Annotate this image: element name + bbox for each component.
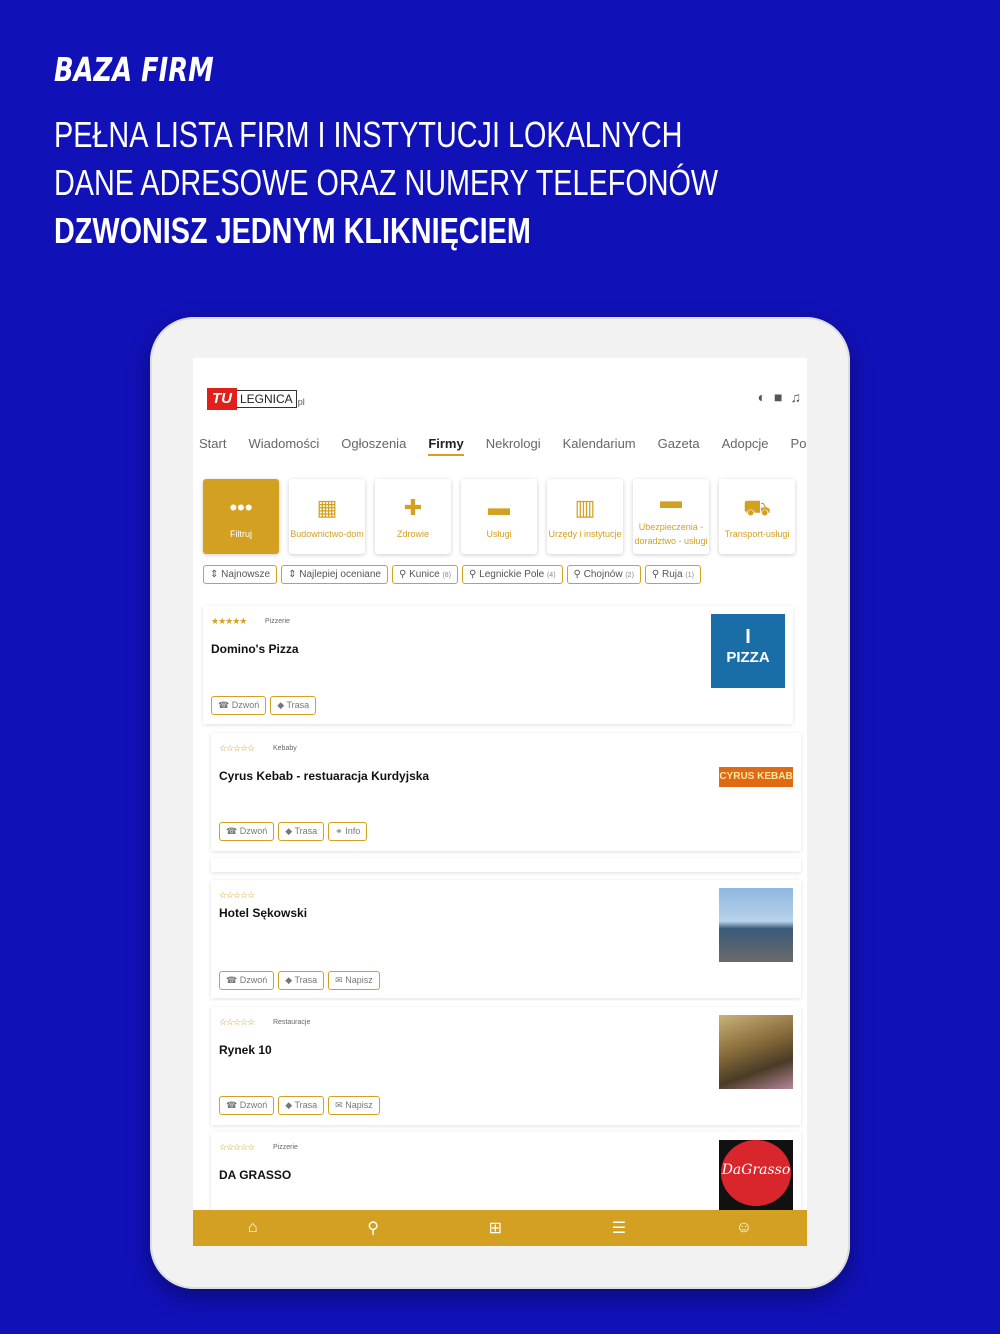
list-icon[interactable]: ☰	[612, 1218, 626, 1238]
rating-stars: ☆☆☆☆☆	[219, 890, 255, 900]
route-button[interactable]: ◆ Trasa	[270, 696, 317, 715]
listing-category: Pizzerie	[273, 1144, 298, 1151]
listing-name: Hotel Sękowski	[219, 906, 308, 920]
more-icon: •••	[229, 494, 253, 520]
city-icon: ▥	[574, 494, 596, 520]
listing-name: DA GRASSO	[219, 1168, 292, 1182]
category-urzedy[interactable]: ▥ Urzędy i instytucje	[547, 479, 623, 554]
listing-photo	[719, 888, 793, 962]
nav-firmy[interactable]: Firmy	[417, 434, 474, 462]
video-icon[interactable]: ■	[774, 389, 782, 405]
bottom-nav: ⌂ ⚲ ⊞ ☰ ☺	[193, 1210, 807, 1246]
rating-stars: ☆☆☆☆☆	[219, 743, 255, 753]
listing-name: Domino's Pizza	[211, 642, 299, 656]
building-icon: ▦	[316, 494, 338, 520]
message-button[interactable]: ✉ Napisz	[328, 1096, 380, 1115]
nav-pogoda[interactable]: Pogoda	[780, 434, 807, 462]
main-nav: Start Wiadomości Ogłoszenia Firmy Nekrol…	[193, 434, 807, 462]
listing-logo: DaGrasso	[719, 1140, 793, 1214]
nav-wiadomosci[interactable]: Wiadomości	[237, 434, 330, 462]
top-icons: ◐ ■ ♫	[758, 389, 801, 405]
chip-legnickie-pole[interactable]: ⚲ Legnickie Pole (4)	[462, 565, 563, 584]
promo-line-2: DANE ADRESOWE ORAZ NUMERY TELEFONÓW	[54, 162, 719, 203]
call-button[interactable]: ☎ Dzwoń	[211, 696, 267, 715]
route-button[interactable]: ◆ Trasa	[278, 1096, 325, 1115]
search-icon[interactable]: ⚲	[367, 1218, 379, 1238]
add-icon[interactable]: ⊞	[489, 1218, 502, 1238]
rating-stars: ☆☆☆☆☆	[219, 1142, 255, 1152]
pin-icon: ⚲	[651, 569, 660, 580]
call-button[interactable]: ☎ Dzwoń	[219, 822, 275, 841]
chip-chojnow[interactable]: ⚲ Chojnów (2)	[566, 565, 641, 584]
pin-icon: ⚲	[469, 569, 477, 580]
list-item[interactable]: ☆☆☆☆☆ Hotel Sękowski ☎ Dzwoń ◆ Trasa ✉ N…	[211, 880, 801, 998]
nav-kalendarium[interactable]: Kalendarium	[552, 434, 647, 462]
chip-najnowsze[interactable]: ⇕ Najnowsze	[203, 565, 278, 584]
user-icon[interactable]: ☺	[736, 1219, 752, 1237]
chip-kunice[interactable]: ⚲ Kunice (8)	[392, 565, 459, 584]
filter-chips: ⇕ Najnowsze ⇕ Najlepiej oceniane ⚲ Kunic…	[203, 565, 701, 584]
listing-logo: I PIZZA	[711, 614, 785, 688]
promo-title: BAZA FIRM	[54, 50, 214, 89]
listing-category: Kebaby	[273, 745, 297, 752]
message-button[interactable]: ✉ Napisz	[328, 971, 380, 990]
nav-gazeta[interactable]: Gazeta	[647, 434, 711, 462]
nav-adopcje[interactable]: Adopcje	[711, 434, 780, 462]
nav-nekrologi[interactable]: Nekrologi	[475, 434, 552, 462]
listing-category: Pizzerie	[265, 618, 290, 625]
promo-line-3: DZWONISZ JEDNYM KLIKNIĘCIEM	[54, 210, 531, 251]
app-logo[interactable]: TU LEGNICA pl	[207, 388, 305, 410]
rating-stars: ☆☆☆☆☆	[219, 1017, 255, 1027]
call-button[interactable]: ☎ Dzwoń	[219, 1096, 275, 1115]
category-budownictwo[interactable]: ▦ Budownictwo-dom	[289, 479, 365, 554]
nav-ogloszenia[interactable]: Ogłoszenia	[330, 434, 417, 462]
listing-name: Rynek 10	[219, 1043, 272, 1057]
car-icon: ⛟	[743, 494, 771, 520]
chip-ruja[interactable]: ⚲ Ruja (1)	[644, 565, 701, 584]
briefcase-icon: ▬	[660, 487, 682, 513]
medkit-icon: ✚	[403, 494, 423, 520]
chip-najlepiej[interactable]: ⇕ Najlepiej oceniane	[281, 565, 388, 584]
briefcase-icon: ▬	[488, 494, 510, 520]
category-zdrowie[interactable]: ✚ Zdrowie	[375, 479, 451, 554]
list-item[interactable]: ☆☆☆☆☆ Restauracje Rynek 10 ☎ Dzwoń ◆ Tra…	[211, 1007, 801, 1125]
call-button[interactable]: ☎ Dzwoń	[219, 971, 275, 990]
category-filtruj[interactable]: ••• Filtruj	[203, 479, 279, 554]
bell-icon[interactable]: ♫	[791, 389, 802, 405]
rating-stars: ★★★★★	[211, 616, 247, 626]
listing-photo	[719, 1015, 793, 1089]
route-button[interactable]: ◆ Trasa	[278, 822, 325, 841]
list-separator	[211, 858, 801, 872]
top-bar: TU LEGNICA pl ◐ ■ ♫	[193, 358, 807, 428]
listing-category: Restauracje	[273, 1019, 311, 1026]
category-uslugi[interactable]: ▬ Usługi	[461, 479, 537, 554]
promo-line-1: PEŁNA LISTA FIRM I INSTYTUCJI LOKALNYCH	[54, 114, 683, 155]
nav-start[interactable]: Start	[193, 434, 237, 462]
info-button[interactable]: ⚭ Info	[328, 822, 368, 841]
list-item[interactable]: ★★★★★ Pizzerie Domino's Pizza ☎ Dzwoń ◆ …	[203, 606, 793, 724]
contrast-icon[interactable]: ◐	[758, 389, 766, 405]
logo-tld: pl	[297, 397, 305, 407]
logo-tu: TU	[207, 388, 237, 410]
pin-icon: ⚲	[399, 569, 407, 580]
pin-icon: ⚲	[573, 569, 581, 580]
category-ubezpieczenia[interactable]: ▬ Ubezpieczenia - doradztwo - usługi	[633, 479, 709, 554]
home-icon[interactable]: ⌂	[248, 1219, 258, 1237]
category-tiles: ••• Filtruj ▦ Budownictwo-dom ✚ Zdrowie …	[203, 479, 795, 554]
list-item[interactable]: ☆☆☆☆☆ Kebaby Cyrus Kebab - restuaracja K…	[211, 733, 801, 851]
listing-logo: CYRUS KEBAB	[719, 767, 793, 787]
category-transport[interactable]: ⛟ Transport-usługi	[719, 479, 795, 554]
route-button[interactable]: ◆ Trasa	[278, 971, 325, 990]
app-screen: TU LEGNICA pl ◐ ■ ♫ Start Wiadomości Ogł…	[193, 358, 807, 1246]
logo-name: LEGNICA	[237, 390, 297, 408]
listing-name: Cyrus Kebab - restuaracja Kurdyjska	[219, 769, 430, 783]
